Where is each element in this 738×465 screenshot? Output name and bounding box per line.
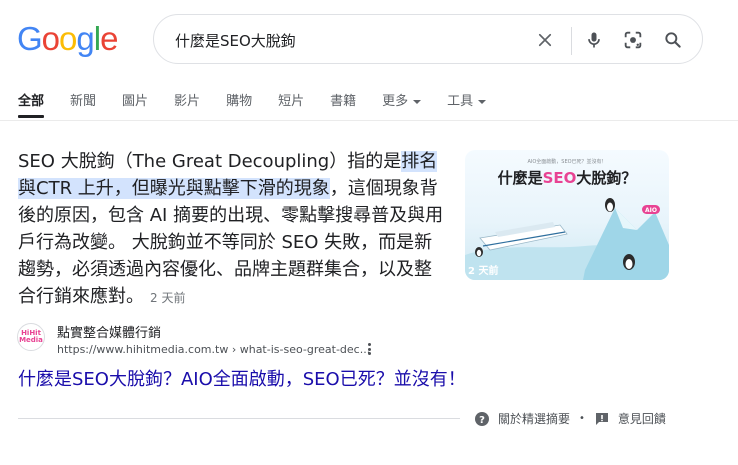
logo-letter: g — [76, 20, 94, 57]
close-icon[interactable] — [532, 27, 558, 53]
tab-tools[interactable]: 工具 — [447, 90, 487, 120]
tabs-divider — [0, 120, 738, 121]
logo-letter: o — [41, 20, 60, 57]
site-favicon[interactable]: HiHit Media — [17, 323, 45, 351]
google-logo[interactable]: Google — [17, 20, 118, 58]
snippet-footer: ? 關於精選摘要 • 意見回饋 — [474, 410, 666, 427]
favicon-text: HiHit Media — [19, 329, 43, 344]
tab-label: 短片 — [278, 94, 305, 109]
more-options-icon[interactable] — [364, 341, 374, 357]
help-circle-icon: ? — [474, 411, 490, 427]
search-input[interactable] — [175, 29, 515, 51]
logo-letter: o — [59, 20, 77, 57]
tab-videos[interactable]: 影片 — [174, 90, 200, 120]
thumbnail-subtitle: AIO全面啟動，SEO已死？並沒有！ — [527, 158, 606, 165]
search-icon[interactable] — [660, 27, 686, 53]
search-tabs: 全部 新聞 圖片 影片 購物 短片 書籍 更多 工具 — [18, 90, 512, 120]
search-divider — [571, 27, 572, 55]
thumbnail-tag: AIO — [645, 207, 657, 214]
logo-letter: e — [100, 20, 118, 57]
svg-text:什麼是SEO大脫鉤？: 什麼是SEO大脫鉤？ — [498, 169, 637, 187]
tab-label: 全部 — [18, 94, 45, 109]
tab-all[interactable]: 全部 — [18, 90, 45, 120]
tab-label: 購物 — [226, 94, 253, 109]
thumbnail-title-seo: SEO — [543, 169, 577, 187]
thumbnail-title: 大脫鉤？ — [576, 169, 636, 187]
feedback-link[interactable]: 意見回饋 — [618, 410, 666, 427]
about-snippets-link[interactable]: 關於精選摘要 — [498, 410, 570, 427]
tab-label: 更多 — [382, 94, 409, 109]
tab-images[interactable]: 圖片 — [122, 90, 148, 120]
tab-label: 工具 — [447, 94, 474, 109]
tab-label: 圖片 — [122, 94, 149, 109]
tab-label: 影片 — [174, 94, 201, 109]
tab-shopping[interactable]: 購物 — [226, 90, 252, 120]
result-thumbnail[interactable]: AIO全面啟動，SEO已死？並沒有！ 什麼是SEO大脫鉤？ AIO 2 天前 — [465, 150, 669, 280]
footer-divider — [18, 418, 460, 419]
separator-dot: • — [579, 413, 585, 424]
snippet-date: 2 天前 — [150, 291, 186, 305]
site-url[interactable]: https://www.hihitmedia.com.tw › what-is-… — [57, 343, 370, 356]
tab-books[interactable]: 書籍 — [330, 90, 356, 120]
chevron-down-icon — [478, 99, 487, 104]
snippet-text: SEO 大脫鉤（The Great Decoupling）指的是 — [18, 151, 402, 172]
chevron-down-icon — [413, 99, 422, 104]
tab-label: 新聞 — [70, 94, 97, 109]
tab-label: 書籍 — [330, 94, 357, 109]
result-title-link[interactable]: 什麼是SEO大脫鉤？AIO全面啟動，SEO已死？並沒有！ — [18, 365, 466, 391]
thumbnail-date-badge: 2 天前 — [468, 266, 499, 277]
svg-text:?: ? — [479, 415, 485, 426]
search-box[interactable] — [153, 14, 703, 64]
tab-short-videos[interactable]: 短片 — [278, 90, 304, 120]
camera-lens-icon[interactable] — [620, 27, 646, 53]
site-name[interactable]: 點實整合媒體行銷 — [57, 322, 161, 341]
feedback-icon — [594, 411, 610, 427]
tab-more[interactable]: 更多 — [382, 90, 422, 120]
thumbnail-title: 什麼是 — [498, 169, 544, 187]
logo-letter: G — [17, 20, 43, 57]
featured-snippet-text: SEO 大脫鉤（The Great Decoupling）指的是排名與CTR 上… — [18, 148, 448, 312]
microphone-icon[interactable] — [581, 27, 607, 53]
tab-news[interactable]: 新聞 — [70, 90, 96, 120]
